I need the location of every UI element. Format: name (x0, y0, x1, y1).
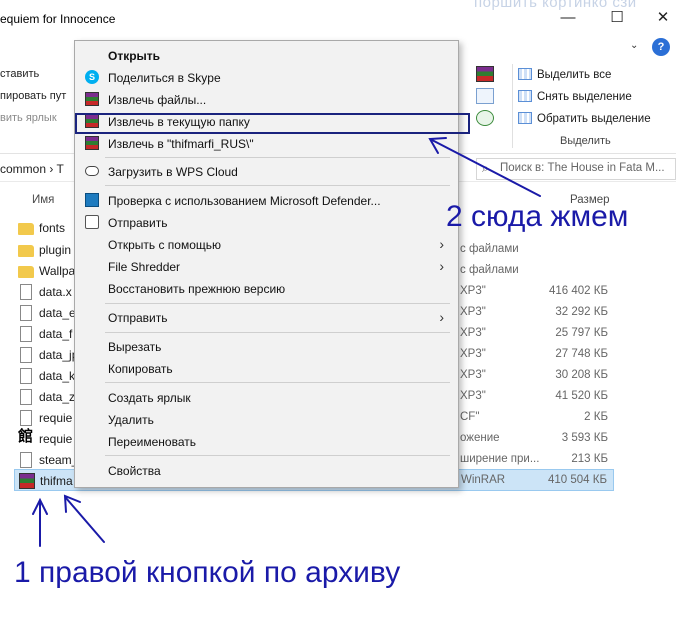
arrow-up-right (65, 497, 105, 543)
annotation-arrows (32, 137, 541, 547)
arrow-to-menu-item (431, 139, 541, 197)
annotation-step1: 1 правой кнопкой по архиву (14, 556, 401, 589)
annotation-step2: 2 сюда жмем (446, 200, 629, 233)
